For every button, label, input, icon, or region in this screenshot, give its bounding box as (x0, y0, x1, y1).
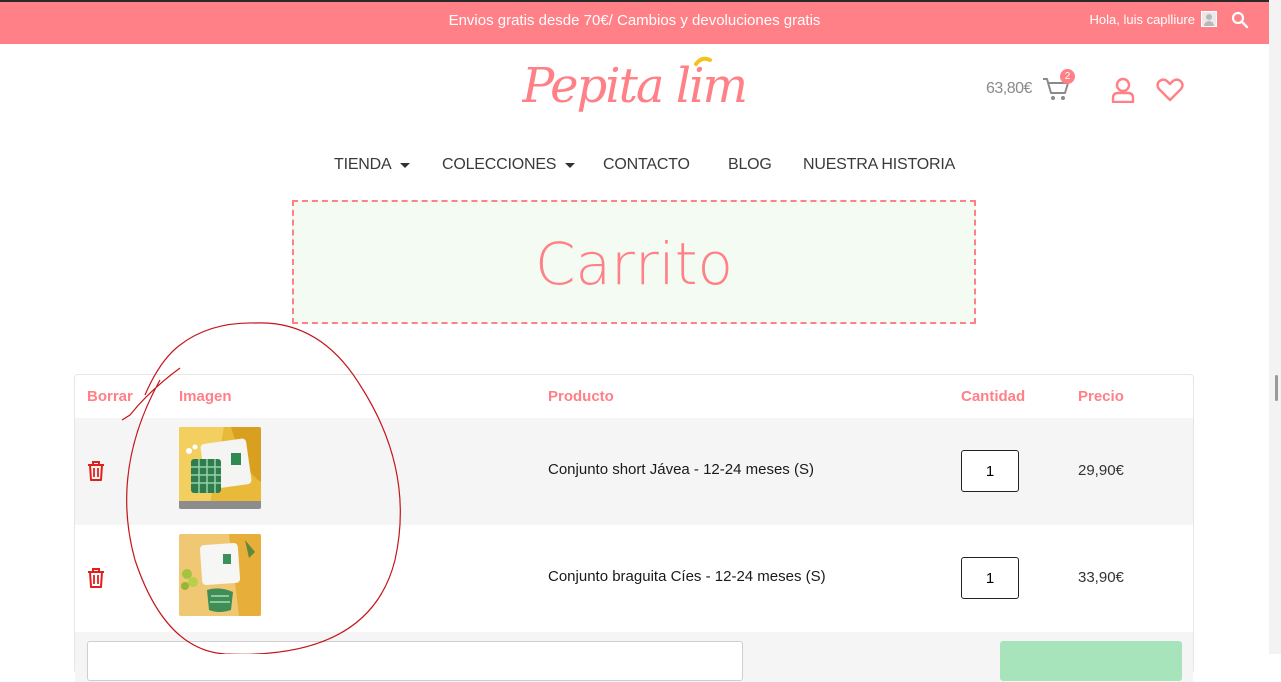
product-image[interactable] (179, 534, 261, 616)
scrollbar[interactable] (1269, 0, 1281, 654)
product-image[interactable] (179, 427, 261, 509)
user-greeting[interactable]: Hola, luis caplliure (1089, 11, 1217, 27)
quantity-input[interactable] (961, 557, 1019, 599)
scrollbar-thumb[interactable] (1275, 375, 1278, 401)
apply-coupon-button[interactable] (1000, 641, 1182, 681)
cart-table: Borrar Imagen Producto Cantidad Precio C… (74, 374, 1194, 682)
column-header-quantity: Cantidad (961, 388, 1026, 405)
column-header-product: Producto (548, 388, 614, 405)
cart-count-badge: 2 (1060, 69, 1075, 84)
caret-down-icon (565, 162, 576, 168)
column-header-image: Imagen (179, 388, 232, 405)
main-nav: TIENDA COLECCIONES CONTACTO BLOG NUESTRA… (0, 156, 1269, 180)
table-row: Conjunto braguita Cíes - 12-24 meses (S)… (75, 525, 1193, 632)
product-name[interactable]: Conjunto short Jávea - 12-24 meses (S) (548, 461, 814, 478)
announcement-text: Envios gratis desde 70€/ Cambios y devol… (448, 12, 821, 29)
page-title: Carrito (534, 230, 734, 298)
trash-icon[interactable] (86, 460, 106, 482)
caret-down-icon (400, 162, 411, 168)
coupon-input[interactable] (87, 641, 743, 681)
nav-label: NUESTRA HISTORIA (803, 156, 956, 173)
nav-item-nuestra-historia[interactable]: NUESTRA HISTORIA (803, 156, 955, 174)
page-title-banner: Carrito (292, 200, 976, 324)
nav-label: CONTACTO (603, 156, 690, 173)
nav-item-blog[interactable]: BLOG (728, 156, 772, 174)
trash-icon[interactable] (86, 567, 106, 589)
nav-label: COLECCIONES (442, 156, 557, 173)
nav-item-tienda[interactable]: TIENDA (334, 156, 411, 174)
cart-total[interactable]: 63,80€ (986, 80, 1032, 98)
user-avatar-icon (1201, 11, 1217, 27)
product-price: 33,90€ (1078, 569, 1124, 586)
product-name[interactable]: Conjunto braguita Cíes - 12-24 meses (S) (548, 568, 826, 585)
column-header-remove: Borrar (87, 388, 133, 405)
nav-label: BLOG (728, 156, 772, 173)
column-header-price: Precio (1078, 388, 1124, 405)
announcement-bar: Envios gratis desde 70€/ Cambios y devol… (0, 0, 1269, 44)
table-row: Conjunto short Jávea - 12-24 meses (S) 2… (75, 418, 1193, 525)
greeting-text: Hola, luis caplliure (1089, 11, 1196, 27)
search-icon[interactable] (1231, 11, 1249, 29)
svg-text:Pepita limón: Pepita limón (522, 58, 747, 114)
nav-item-contacto[interactable]: CONTACTO (603, 156, 690, 174)
heart-icon[interactable] (1156, 78, 1184, 102)
product-price: 29,90€ (1078, 462, 1124, 479)
quantity-input[interactable] (961, 450, 1019, 492)
nav-label: TIENDA (334, 156, 392, 173)
logo[interactable]: Pepita limón (522, 52, 747, 124)
account-icon[interactable] (1111, 77, 1135, 103)
nav-item-colecciones[interactable]: COLECCIONES (442, 156, 576, 174)
